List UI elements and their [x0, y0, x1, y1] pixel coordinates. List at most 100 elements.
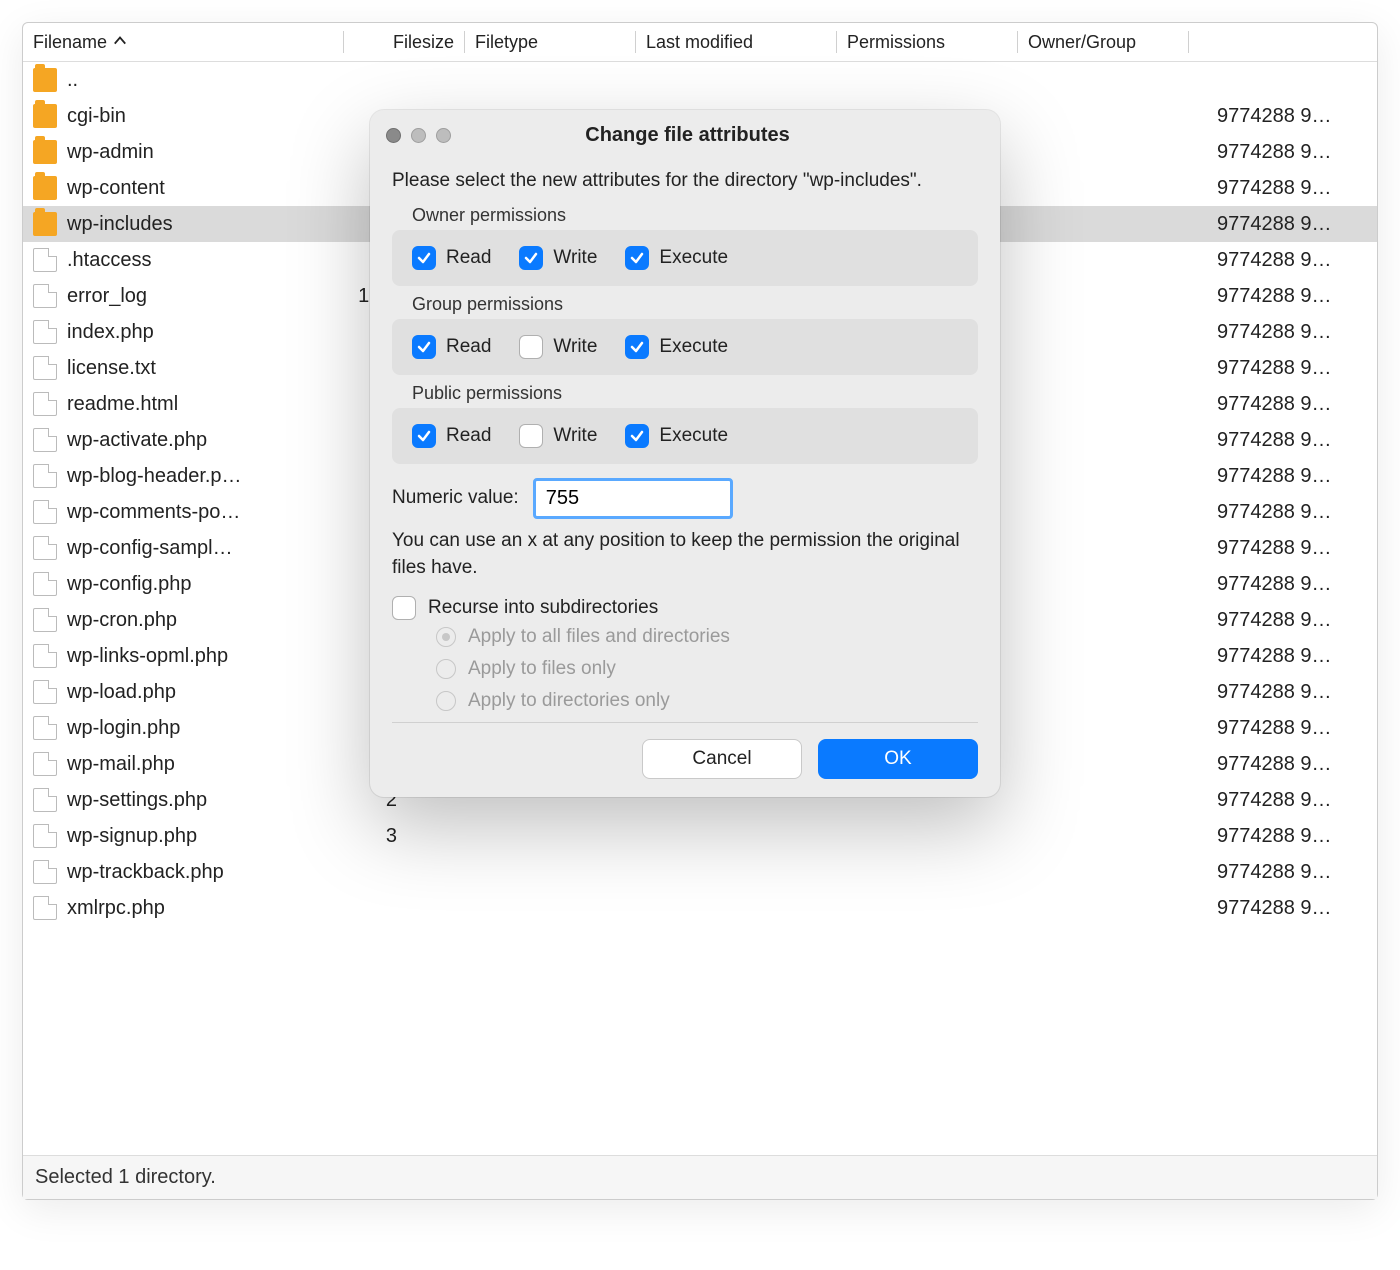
checkbox-icon [519, 424, 543, 448]
window-controls [386, 128, 451, 143]
read-label: Read [446, 336, 491, 358]
file-icon [33, 356, 57, 380]
column-label: Filename [33, 32, 107, 53]
numeric-value-label: Numeric value: [392, 487, 519, 509]
group-write-checkbox[interactable]: Write [519, 335, 597, 359]
file-name: xmlrpc.php [67, 897, 327, 920]
folder-icon [33, 176, 57, 200]
file-owner: 9774288 9… [1217, 213, 1367, 236]
read-label: Read [446, 247, 491, 269]
file-row[interactable]: wp-trackback.php9774288 9… [23, 854, 1377, 890]
file-icon [33, 284, 57, 308]
cancel-button[interactable]: Cancel [642, 739, 802, 779]
file-icon [33, 680, 57, 704]
file-owner: 9774288 9… [1217, 177, 1367, 200]
file-row[interactable]: .. [23, 62, 1377, 98]
file-owner: 9774288 9… [1217, 717, 1367, 740]
file-name: wp-admin [67, 141, 327, 164]
group-permissions-row: Read Write Execute [392, 319, 978, 375]
recurse-checkbox[interactable] [392, 596, 416, 620]
column-label: Permissions [847, 32, 945, 53]
file-icon [33, 428, 57, 452]
file-owner: 9774288 9… [1217, 357, 1367, 380]
folder-icon [33, 212, 57, 236]
file-name: .. [67, 69, 327, 92]
file-name: wp-trackback.php [67, 861, 327, 884]
file-name: wp-cron.php [67, 609, 327, 632]
owner-write-checkbox[interactable]: Write [519, 246, 597, 270]
file-owner: 9774288 9… [1217, 753, 1367, 776]
status-bar: Selected 1 directory. [23, 1155, 1377, 1199]
file-icon [33, 536, 57, 560]
owner-execute-checkbox[interactable]: Execute [625, 246, 728, 270]
checkbox-icon [412, 246, 436, 270]
file-name: wp-load.php [67, 681, 327, 704]
write-label: Write [553, 336, 597, 358]
numeric-value-input[interactable] [533, 478, 733, 519]
apply-all-label: Apply to all files and directories [468, 626, 730, 648]
checkbox-icon [412, 335, 436, 359]
file-owner: 9774288 9… [1217, 105, 1367, 128]
file-row[interactable]: xmlrpc.php 9774288 9… [23, 890, 1377, 926]
close-icon[interactable] [386, 128, 401, 143]
divider [392, 722, 978, 723]
file-icon [33, 752, 57, 776]
status-text: Selected 1 directory. [35, 1166, 216, 1188]
column-label: Filesize [393, 32, 454, 53]
file-owner: 9774288 9… [1217, 393, 1367, 416]
owner-permissions-label: Owner permissions [412, 205, 978, 226]
apply-files-radio: Apply to files only [436, 658, 978, 680]
public-read-checkbox[interactable]: Read [412, 424, 491, 448]
column-label: Owner/Group [1028, 32, 1136, 53]
file-owner: 9774288 9… [1217, 897, 1367, 920]
ok-button[interactable]: OK [818, 739, 978, 779]
file-row[interactable]: wp-signup.php39774288 9… [23, 818, 1377, 854]
column-header-filename[interactable]: Filename [33, 31, 333, 53]
file-name: wp-settings.php [67, 789, 327, 812]
numeric-value-hint: You can use an x at any position to keep… [392, 527, 978, 582]
sort-ascending-icon [113, 32, 127, 53]
file-name: index.php [67, 321, 327, 344]
file-name: license.txt [67, 357, 327, 380]
minimize-icon[interactable] [411, 128, 426, 143]
file-owner: 9774288 9… [1217, 501, 1367, 524]
read-label: Read [446, 425, 491, 447]
file-name: wp-content [67, 177, 327, 200]
execute-label: Execute [659, 425, 728, 447]
checkbox-icon [519, 246, 543, 270]
owner-permissions-row: Read Write Execute [392, 230, 978, 286]
file-icon [33, 500, 57, 524]
file-owner: 9774288 9… [1217, 429, 1367, 452]
group-execute-checkbox[interactable]: Execute [625, 335, 728, 359]
owner-read-checkbox[interactable]: Read [412, 246, 491, 270]
file-name: wp-config-sampl… [67, 537, 327, 560]
file-name: wp-links-opml.php [67, 645, 327, 668]
file-name: wp-signup.php [67, 825, 327, 848]
file-name: wp-includes [67, 213, 327, 236]
dialog-title: Change file attributes [451, 124, 924, 147]
file-name: wp-config.php [67, 573, 327, 596]
execute-label: Execute [659, 336, 728, 358]
file-icon [33, 572, 57, 596]
column-header-filesize[interactable]: Filesize [354, 31, 454, 53]
public-write-checkbox[interactable]: Write [519, 424, 597, 448]
column-header-permissions[interactable]: Permissions [847, 31, 1007, 53]
file-icon [33, 644, 57, 668]
file-owner: 9774288 9… [1217, 141, 1367, 164]
file-size: 3 [327, 825, 407, 848]
column-header-filetype[interactable]: Filetype [475, 31, 625, 53]
file-name: error_log [67, 285, 327, 308]
file-name: wp-activate.php [67, 429, 327, 452]
file-owner: 9774288 9… [1217, 609, 1367, 632]
file-owner: 9774288 9… [1217, 249, 1367, 272]
file-name: wp-login.php [67, 717, 327, 740]
public-execute-checkbox[interactable]: Execute [625, 424, 728, 448]
file-name: readme.html [67, 393, 327, 416]
zoom-icon[interactable] [436, 128, 451, 143]
change-file-attributes-dialog: Change file attributes Please select the… [370, 110, 1000, 797]
write-label: Write [553, 247, 597, 269]
group-read-checkbox[interactable]: Read [412, 335, 491, 359]
column-header-owner[interactable]: Owner/Group [1028, 31, 1178, 53]
column-header-lastmodified[interactable]: Last modified [646, 31, 826, 53]
column-header-row: Filename Filesize Filetype Last modified… [23, 23, 1377, 62]
